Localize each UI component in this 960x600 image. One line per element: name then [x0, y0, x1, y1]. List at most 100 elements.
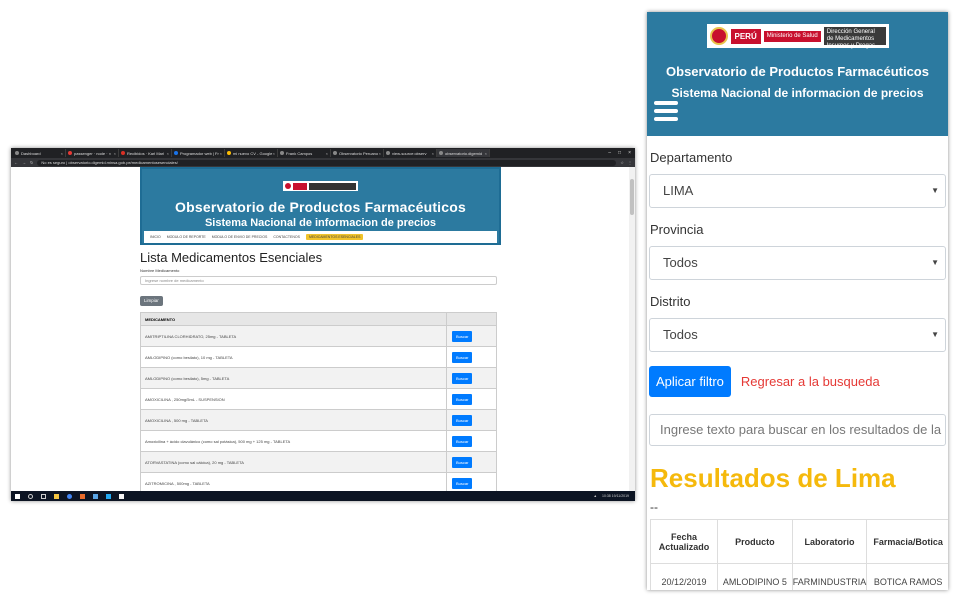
search-icon[interactable] — [28, 493, 33, 499]
nav-item-inicio[interactable]: INICIO — [150, 235, 161, 239]
minimize-icon[interactable]: – — [608, 150, 611, 156]
close-icon[interactable]: × — [61, 151, 63, 156]
results-table: Fecha Actualizado Producto Laboratorio F… — [649, 519, 948, 590]
buscar-button[interactable]: Buscar — [452, 414, 473, 426]
browser-tab[interactable]: passenger · node · × × — [66, 149, 119, 157]
app-icon[interactable] — [119, 493, 124, 499]
app-icon[interactable] — [93, 493, 98, 499]
logo-direction: Dirección General de Medicamentos Insumo… — [823, 27, 886, 49]
close-icon[interactable]: × — [167, 151, 169, 156]
tab-label: Frank Campos — [286, 150, 313, 156]
apply-filter-button[interactable]: Aplicar filtro — [649, 366, 731, 397]
medicine-name: AMLODIPINO (como besilato), 5mg - TABLET… — [140, 367, 447, 389]
hamburger-menu-icon[interactable] — [654, 101, 678, 125]
buscar-button[interactable]: Buscar — [452, 330, 473, 342]
star-icon[interactable]: ☆ — [620, 160, 624, 165]
results-heading: Resultados de Lima — [650, 463, 896, 493]
clear-button[interactable]: Limpiar — [140, 296, 163, 306]
buscar-button[interactable]: Buscar — [452, 351, 473, 363]
logo-ministry: Ministerio de Salud — [763, 30, 821, 42]
nav-item-esenciales[interactable]: MEDICAMENTOS ESENCIALES — [305, 234, 364, 240]
browser-tab[interactable]: Programador web | Fr × — [172, 149, 225, 157]
address-bar: ← → ↻ No es seguro | observatorio.digemi… — [11, 158, 635, 167]
close-icon[interactable]: × — [432, 151, 434, 156]
tab-label: mi nuevo CV - Google — [233, 150, 273, 156]
provincia-select[interactable]: Todos ▼ — [649, 246, 946, 280]
distrito-label: Distrito — [650, 294, 691, 309]
table-row: AMITRIPTILINA CLORHIDRATO, 25mg - TABLET… — [140, 325, 497, 347]
site-nav: INICIO MODULO DE REPORTE MODULO DE ENVIO… — [144, 231, 497, 243]
site-header: PERÚ Ministerio de Salud Dirección Gener… — [647, 12, 948, 136]
medicine-search-input[interactable]: Ingrese nombre de medicamento — [140, 276, 497, 285]
buscar-button[interactable]: Buscar — [452, 477, 473, 489]
close-icon[interactable]: × — [220, 151, 222, 156]
medicine-name: AMLODIPINO (como besilato), 10 mg - TABL… — [140, 346, 447, 368]
file-explorer-icon[interactable] — [54, 493, 59, 499]
buscar-button[interactable]: Buscar — [452, 393, 473, 405]
nav-item-contactenos[interactable]: CONTACTENOS — [273, 235, 300, 239]
close-icon[interactable]: × — [485, 151, 487, 156]
cell-laboratorio: FARMINDUSTRIA — [791, 563, 868, 590]
app-icon[interactable] — [80, 493, 85, 499]
buscar-button[interactable]: Buscar — [452, 435, 473, 447]
buscar-button[interactable]: Buscar — [452, 456, 473, 468]
close-icon[interactable]: × — [273, 151, 275, 156]
site-subtitle: Sistema Nacional de informacion de preci… — [671, 86, 924, 100]
column-header-fecha: Fecha Actualizado — [649, 519, 719, 564]
task-view-icon[interactable] — [41, 493, 46, 499]
close-icon[interactable]: × — [379, 151, 381, 156]
close-icon[interactable]: × — [326, 151, 328, 156]
vscode-icon[interactable] — [106, 493, 111, 499]
chrome-icon[interactable] — [67, 493, 72, 499]
tab-label: Recibidos · Karl Marl — [127, 150, 165, 156]
results-search-input[interactable]: Ingrese texto para buscar en los resulta… — [649, 414, 946, 446]
browser-tab-active[interactable]: observatorio.digemid × — [437, 149, 490, 157]
mobile-screenshot: PERÚ Ministerio de Salud Dirección Gener… — [647, 12, 948, 590]
browser-tab[interactable]: view-source:observ × — [384, 149, 437, 157]
browser-tab[interactable]: Recibidos · Karl Marl × — [119, 149, 172, 157]
scrollbar-thumb[interactable] — [630, 179, 634, 215]
clock[interactable]: 10:38 19/11/2019 — [602, 494, 629, 498]
site-subtitle: Sistema Nacional de informacion de preci… — [204, 217, 437, 229]
forward-icon[interactable]: → — [22, 160, 26, 165]
minsa-logo — [283, 181, 358, 191]
url-field[interactable]: No es seguro | observatorio.digemid.mins… — [37, 159, 617, 166]
reload-icon[interactable]: ↻ — [30, 160, 33, 165]
tab-favicon-icon — [333, 151, 337, 155]
medicine-name: ATORVASTATINA (como sal cálcica), 20 mg … — [140, 451, 447, 473]
tab-label: Dashboard — [21, 150, 41, 156]
close-icon[interactable]: × — [114, 151, 116, 156]
nav-item-envio[interactable]: MODULO DE ENVIO DE PRECIOS — [212, 235, 268, 239]
table-row: AMOXICILINA , 500 mg - TABLETA Buscar — [140, 409, 497, 431]
table-row: ATORVASTATINA (como sal cálcica), 20 mg … — [140, 451, 497, 473]
close-window-icon[interactable]: × — [628, 150, 631, 156]
departamento-select[interactable]: LIMA ▼ — [649, 174, 946, 208]
buscar-button[interactable]: Buscar — [452, 372, 473, 384]
browser-tab[interactable]: Frank Campos × — [278, 149, 331, 157]
distrito-select[interactable]: Todos ▼ — [649, 318, 946, 352]
browser-tab[interactable]: mi nuevo CV - Google × — [225, 149, 278, 157]
site-header: Observatorio de Productos Farmacéuticos … — [140, 167, 501, 245]
network-icon[interactable]: ▲ — [594, 494, 597, 498]
browser-tab-strip: Dashboard × passenger · node · × × Recibid… — [11, 148, 635, 158]
browser-tab[interactable]: Dashboard × — [13, 149, 66, 157]
menu-icon[interactable]: ⋮ — [628, 160, 632, 165]
caret-down-icon: ▼ — [931, 330, 939, 339]
minsa-logo: PERÚ Ministerio de Salud Dirección Gener… — [706, 24, 889, 49]
maximize-icon[interactable]: □ — [618, 150, 621, 156]
windows-start-icon[interactable] — [15, 493, 20, 499]
site-title: Observatorio de Productos Farmacéuticos — [175, 199, 466, 215]
medicine-name: Amoxicilina + ácido clavulánico (como sa… — [140, 430, 447, 452]
browser-tab[interactable]: Observatorio Peruano × — [331, 149, 384, 157]
column-header-farmacia: Farmacia/Botica — [866, 519, 948, 564]
column-header-empty — [446, 312, 497, 326]
back-to-search-link[interactable]: Regresar a la busqueda — [741, 374, 880, 389]
back-icon[interactable]: ← — [14, 160, 18, 165]
page-heading: Lista Medicamentos Esenciales — [140, 250, 323, 265]
tab-favicon-icon — [15, 151, 19, 155]
column-header: MEDICAMENTO — [140, 312, 447, 326]
tab-label: Programador web | Fr — [180, 150, 219, 156]
page-scrollbar[interactable] — [629, 167, 635, 491]
nav-item-reporte[interactable]: MODULO DE REPORTE — [167, 235, 206, 239]
table-row: 20/12/2019 04:01:34 p.m. AMLODIPINO 5 mg… — [649, 563, 948, 590]
